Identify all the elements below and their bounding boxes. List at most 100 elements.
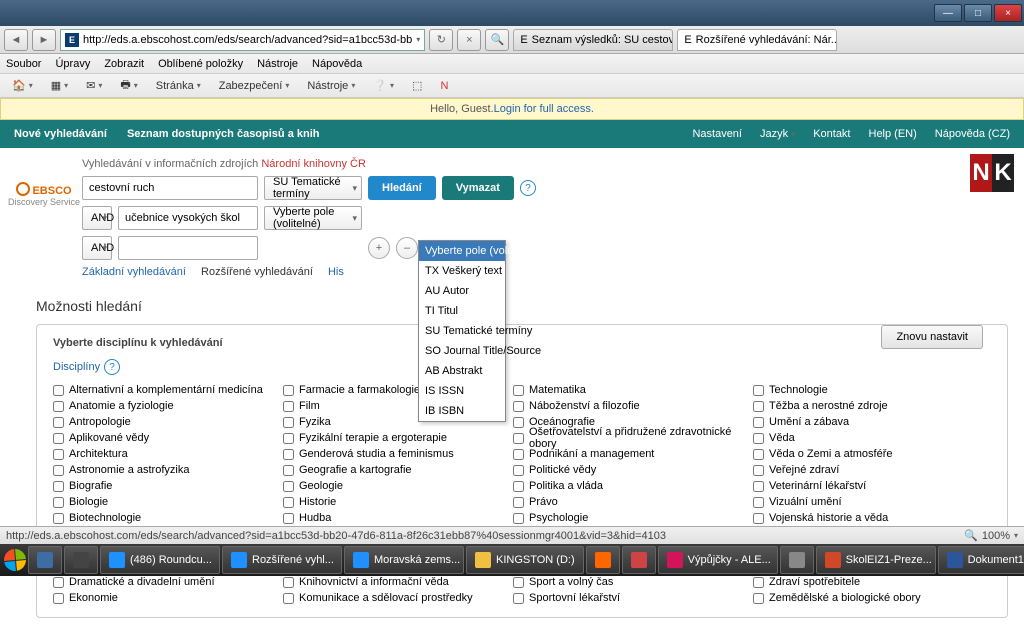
discipline-checkbox[interactable]: Zdraví spotřebitele [753,575,953,589]
discipline-checkbox[interactable]: Veterinární lékařství [753,479,953,493]
nav-language[interactable]: Jazyk ▾ [760,128,795,140]
discipline-checkbox[interactable]: Geologie [283,479,493,493]
discipline-checkbox[interactable]: Vizuální umění [753,495,953,509]
discipline-checkbox[interactable]: Věda [753,431,953,445]
login-link[interactable]: Login for full access. [494,103,594,115]
help-icon[interactable]: ? [104,359,120,375]
maximize-button[interactable]: □ [964,4,992,22]
mode-history[interactable]: His [328,266,344,278]
search-term-3[interactable] [118,236,258,260]
boolean-select[interactable]: AND [82,236,112,260]
menu-item[interactable]: Nápověda [312,58,362,70]
nav-help-en[interactable]: Help (EN) [869,128,917,140]
menu-item[interactable]: Oblíbené položky [158,58,243,70]
discipline-checkbox[interactable]: Sportovní lékařství [513,591,733,605]
dropdown-item[interactable]: Vyberte pole (volitelné) [419,241,505,261]
discipline-checkbox[interactable]: Biografie [53,479,263,493]
taskbar-item[interactable]: SkolEIZ1-Preze... [816,546,936,574]
dropdown-item[interactable]: IS ISSN [419,381,505,401]
dropdown-item[interactable]: IB ISBN [419,401,505,421]
discipline-checkbox[interactable]: Astronomie a astrofyzika [53,463,263,477]
search-term-2[interactable] [118,206,258,230]
menu-item[interactable]: Soubor [6,58,41,70]
menu-item[interactable]: Úpravy [55,58,90,70]
discipline-checkbox[interactable]: Veřejné zdraví [753,463,953,477]
taskbar-item[interactable]: Moravská zems... [344,546,464,574]
dropdown-item[interactable]: TX Veškerý text [419,261,505,281]
discipline-checkbox[interactable]: Antropologie [53,415,263,429]
boolean-select[interactable]: AND [82,206,112,230]
nav-new-search[interactable]: Nové vyhledávání [14,128,107,140]
page-menu[interactable]: Stránka▾ [150,77,207,95]
address-field[interactable]: E http://eds.a.ebscohost.com/eds/search/… [60,29,425,51]
discipline-checkbox[interactable]: Podnikání a management [513,447,733,461]
add-row-button[interactable]: + [368,237,390,259]
taskbar-item[interactable] [28,546,62,574]
start-button[interactable] [4,546,26,574]
menu-item[interactable]: Zobrazit [104,58,144,70]
browser-tab[interactable]: ESeznam výsledků: SU cestov* r...× [513,29,673,51]
feeds-icon[interactable]: ▦▾ [45,77,74,95]
discipline-checkbox[interactable]: Těžba a nerostné zdroje [753,399,953,413]
nav-help-cz[interactable]: Nápověda (CZ) [935,128,1010,140]
discipline-checkbox[interactable]: Knihovnictví a informační věda [283,575,493,589]
refresh-button[interactable]: ↻ [429,29,453,51]
taskbar-item[interactable] [586,546,620,574]
dropdown-item[interactable]: SU Tematické termíny [419,321,505,341]
discipline-checkbox[interactable]: Právo [513,495,733,509]
discipline-checkbox[interactable]: Dramatické a divadelní umění [53,575,263,589]
discipline-checkbox[interactable]: Fyzikální terapie a ergoterapie [283,431,493,445]
discipline-checkbox[interactable]: Biologie [53,495,263,509]
library-link[interactable]: Národní knihovny ČR [261,158,366,170]
discipline-checkbox[interactable]: Psychologie [513,511,733,525]
discipline-checkbox[interactable]: Ošetřovatelství a přidružené zdravotnick… [513,431,733,445]
dropdown-item[interactable]: SO Journal Title/Source [419,341,505,361]
discipline-checkbox[interactable]: Sport a volný čas [513,575,733,589]
print-icon[interactable]: 🖶▾ [114,77,143,95]
mail-icon[interactable]: ✉▾ [80,77,108,95]
discipline-checkbox[interactable]: Náboženství a filozofie [513,399,733,413]
discipline-checkbox[interactable]: Ekonomie [53,591,263,605]
field-select-1[interactable]: SU Tematické termíny [264,176,362,200]
discipline-checkbox[interactable]: Matematika [513,383,733,397]
discipline-checkbox[interactable]: Politické vědy [513,463,733,477]
discipline-checkbox[interactable]: Technologie [753,383,953,397]
mode-basic[interactable]: Základní vyhledávání [82,266,186,278]
reset-button[interactable]: Znovu nastavit [881,325,983,349]
taskbar-item[interactable]: Dokument1 - ... [938,546,1024,574]
menu-item[interactable]: Nástroje [257,58,298,70]
taskbar-item[interactable] [780,546,814,574]
taskbar-item[interactable] [622,546,656,574]
remove-row-button[interactable]: – [396,237,418,259]
nav-settings[interactable]: Nastavení [692,128,742,140]
back-button[interactable]: ◄ [4,29,28,51]
discipline-checkbox[interactable]: Věda o Zemi a atmosféře [753,447,953,461]
discipline-checkbox[interactable]: Historie [283,495,493,509]
dropdown-item[interactable]: TI Titul [419,301,505,321]
search-term-1[interactable] [82,176,258,200]
forward-button[interactable]: ► [32,29,56,51]
dropdown-item[interactable]: AB Abstrakt [419,361,505,381]
nav-contact[interactable]: Kontakt [813,128,850,140]
close-button[interactable]: × [994,4,1022,22]
discipline-checkbox[interactable]: Zemědělské a biologické obory [753,591,953,605]
stop-button[interactable]: × [457,29,481,51]
discipline-checkbox[interactable]: Politika a vláda [513,479,733,493]
discipline-checkbox[interactable]: Anatomie a fyziologie [53,399,263,413]
discipline-checkbox[interactable]: Architektura [53,447,263,461]
minimize-button[interactable]: — [934,4,962,22]
browser-tab[interactable]: ERozšířené vyhledávání: Nár...× [677,29,837,51]
discipline-checkbox[interactable]: Umění a zábava [753,415,953,429]
dropdown-item[interactable]: AU Autor [419,281,505,301]
toolbar-icon[interactable]: ⬚ [406,77,428,95]
help-icon[interactable]: ? [520,180,536,196]
discipline-checkbox[interactable]: Aplikované vědy [53,431,263,445]
tools-menu[interactable]: Nástroje▾ [301,77,361,95]
search-glass-icon[interactable]: 🔍 [485,29,509,51]
home-icon[interactable]: 🏠▾ [6,77,39,95]
taskbar-item[interactable]: Výpůjčky - ALE... [658,546,778,574]
field-select-2[interactable]: Vyberte pole (volitelné) [264,206,362,230]
taskbar-item[interactable] [64,546,98,574]
zoom-control[interactable]: 🔍 100% ▾ [964,529,1018,542]
discipline-checkbox[interactable]: Hudba [283,511,493,525]
